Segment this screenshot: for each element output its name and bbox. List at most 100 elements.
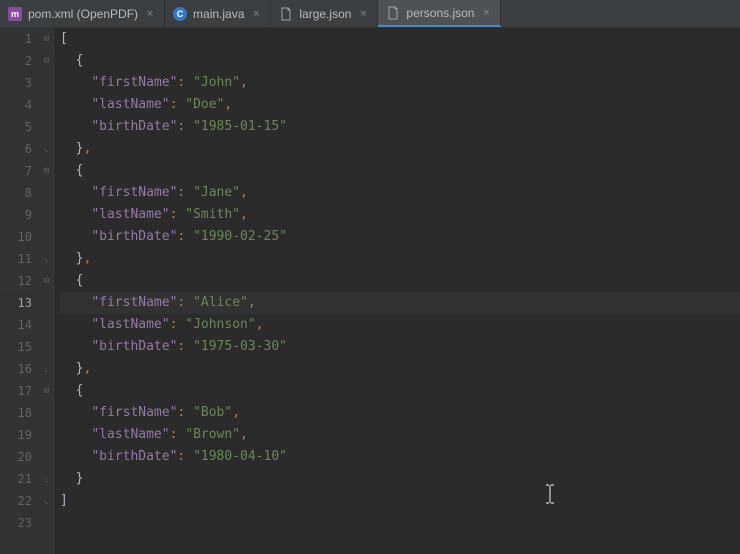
code-line[interactable]: { bbox=[60, 380, 740, 402]
fold-open-icon[interactable]: ⊟ bbox=[40, 160, 53, 182]
tab-label: large.json bbox=[299, 7, 351, 21]
token: "1980-04-10" bbox=[193, 449, 287, 464]
fold-column: ⊟⊟⌞⊟⌞⊟⌞⊟⌞⌞ bbox=[40, 28, 54, 554]
code-line[interactable]: "birthDate": "1985-01-15" bbox=[60, 116, 740, 138]
line-number[interactable]: 8 bbox=[0, 182, 32, 204]
line-number[interactable]: 21 bbox=[0, 468, 32, 490]
fold-close-icon[interactable]: ⌞ bbox=[40, 358, 53, 380]
line-number[interactable]: 10 bbox=[0, 226, 32, 248]
code-line[interactable]: ] bbox=[60, 490, 740, 512]
tab-pom-xml-openpdf-[interactable]: mpom.xml (OpenPDF)× bbox=[0, 0, 165, 27]
line-number[interactable]: 19 bbox=[0, 424, 32, 446]
code-line[interactable]: "firstName": "Bob", bbox=[60, 402, 740, 424]
code-line[interactable]: "firstName": "John", bbox=[60, 72, 740, 94]
line-number[interactable]: 6 bbox=[0, 138, 32, 160]
line-number[interactable]: 20 bbox=[0, 446, 32, 468]
token: , bbox=[240, 75, 248, 90]
line-number[interactable]: 23 bbox=[0, 512, 32, 534]
code-area[interactable]: [ { "firstName": "John", "lastName": "Do… bbox=[54, 28, 740, 554]
code-line[interactable]: }, bbox=[60, 248, 740, 270]
editor-tabs: mpom.xml (OpenPDF)×Cmain.java×large.json… bbox=[0, 0, 740, 28]
token: "lastName" bbox=[91, 207, 169, 222]
fold-close-icon[interactable]: ⌞ bbox=[40, 138, 53, 160]
editor-area: 1234567891011121314151617181920212223 ⊟⊟… bbox=[0, 28, 740, 554]
code-line[interactable]: { bbox=[60, 270, 740, 292]
close-icon[interactable]: × bbox=[250, 8, 262, 20]
line-number[interactable]: 12 bbox=[0, 270, 32, 292]
line-number[interactable]: 5 bbox=[0, 116, 32, 138]
code-line[interactable]: "birthDate": "1990-02-25" bbox=[60, 226, 740, 248]
token: [ bbox=[60, 31, 68, 46]
fold-close-icon[interactable]: ⌞ bbox=[40, 468, 53, 490]
tab-large-json[interactable]: large.json × bbox=[271, 0, 378, 27]
fold-none bbox=[40, 94, 53, 116]
close-icon[interactable]: × bbox=[480, 7, 492, 19]
line-number[interactable]: 4 bbox=[0, 94, 32, 116]
token: , bbox=[240, 185, 248, 200]
tab-main-java[interactable]: Cmain.java× bbox=[165, 0, 271, 27]
maven-icon: m bbox=[8, 7, 22, 21]
line-number[interactable]: 2 bbox=[0, 50, 32, 72]
close-icon[interactable]: × bbox=[144, 8, 156, 20]
code-line[interactable]: "birthDate": "1980-04-10" bbox=[60, 446, 740, 468]
fold-none bbox=[40, 424, 53, 446]
token: , bbox=[256, 317, 264, 332]
token: } bbox=[76, 471, 84, 486]
line-number[interactable]: 15 bbox=[0, 336, 32, 358]
fold-none bbox=[40, 72, 53, 94]
token: : bbox=[177, 119, 193, 134]
fold-open-icon[interactable]: ⊟ bbox=[40, 28, 53, 50]
fold-open-icon[interactable]: ⊟ bbox=[40, 50, 53, 72]
code-line[interactable]: "firstName": "Jane", bbox=[60, 182, 740, 204]
fold-open-icon[interactable]: ⊟ bbox=[40, 270, 53, 292]
fold-none bbox=[40, 292, 53, 314]
code-line[interactable]: "lastName": "Doe", bbox=[60, 94, 740, 116]
code-line[interactable] bbox=[60, 512, 740, 534]
close-icon[interactable]: × bbox=[357, 8, 369, 20]
token: : bbox=[177, 449, 193, 464]
token: , bbox=[83, 361, 91, 376]
fold-close-icon[interactable]: ⌞ bbox=[40, 248, 53, 270]
line-number[interactable]: 3 bbox=[0, 72, 32, 94]
line-number[interactable]: 11 bbox=[0, 248, 32, 270]
line-number[interactable]: 18 bbox=[0, 402, 32, 424]
fold-none bbox=[40, 402, 53, 424]
json-file-icon bbox=[279, 7, 293, 21]
fold-close-icon[interactable]: ⌞ bbox=[40, 490, 53, 512]
token: "lastName" bbox=[91, 97, 169, 112]
tab-persons-json[interactable]: persons.json× bbox=[378, 0, 501, 27]
token: "John" bbox=[193, 75, 240, 90]
token: "lastName" bbox=[91, 317, 169, 332]
code-line[interactable]: } bbox=[60, 468, 740, 490]
line-number[interactable]: 17 bbox=[0, 380, 32, 402]
line-number[interactable]: 22 bbox=[0, 490, 32, 512]
code-line[interactable]: "lastName": "Johnson", bbox=[60, 314, 740, 336]
code-line[interactable]: "firstName": "Alice", bbox=[60, 292, 740, 314]
line-number[interactable]: 1 bbox=[0, 28, 32, 50]
token: : bbox=[177, 75, 193, 90]
token: "Alice" bbox=[193, 295, 248, 310]
code-line[interactable]: [ bbox=[60, 28, 740, 50]
line-number[interactable]: 7 bbox=[0, 160, 32, 182]
token: { bbox=[76, 53, 84, 68]
line-number[interactable]: 14 bbox=[0, 314, 32, 336]
token: "lastName" bbox=[91, 427, 169, 442]
fold-open-icon[interactable]: ⊟ bbox=[40, 380, 53, 402]
line-number[interactable]: 16 bbox=[0, 358, 32, 380]
code-line[interactable]: "lastName": "Smith", bbox=[60, 204, 740, 226]
code-line[interactable]: }, bbox=[60, 358, 740, 380]
code-line[interactable]: }, bbox=[60, 138, 740, 160]
token: , bbox=[232, 405, 240, 420]
code-line[interactable]: { bbox=[60, 50, 740, 72]
token: : bbox=[170, 427, 186, 442]
fold-none bbox=[40, 204, 53, 226]
code-line[interactable]: { bbox=[60, 160, 740, 182]
code-line[interactable]: "lastName": "Brown", bbox=[60, 424, 740, 446]
token: , bbox=[83, 251, 91, 266]
code-line[interactable]: "birthDate": "1975-03-30" bbox=[60, 336, 740, 358]
line-number[interactable]: 13 bbox=[0, 292, 32, 314]
line-number[interactable]: 9 bbox=[0, 204, 32, 226]
token: "Jane" bbox=[193, 185, 240, 200]
fold-none bbox=[40, 336, 53, 358]
token: : bbox=[177, 185, 193, 200]
